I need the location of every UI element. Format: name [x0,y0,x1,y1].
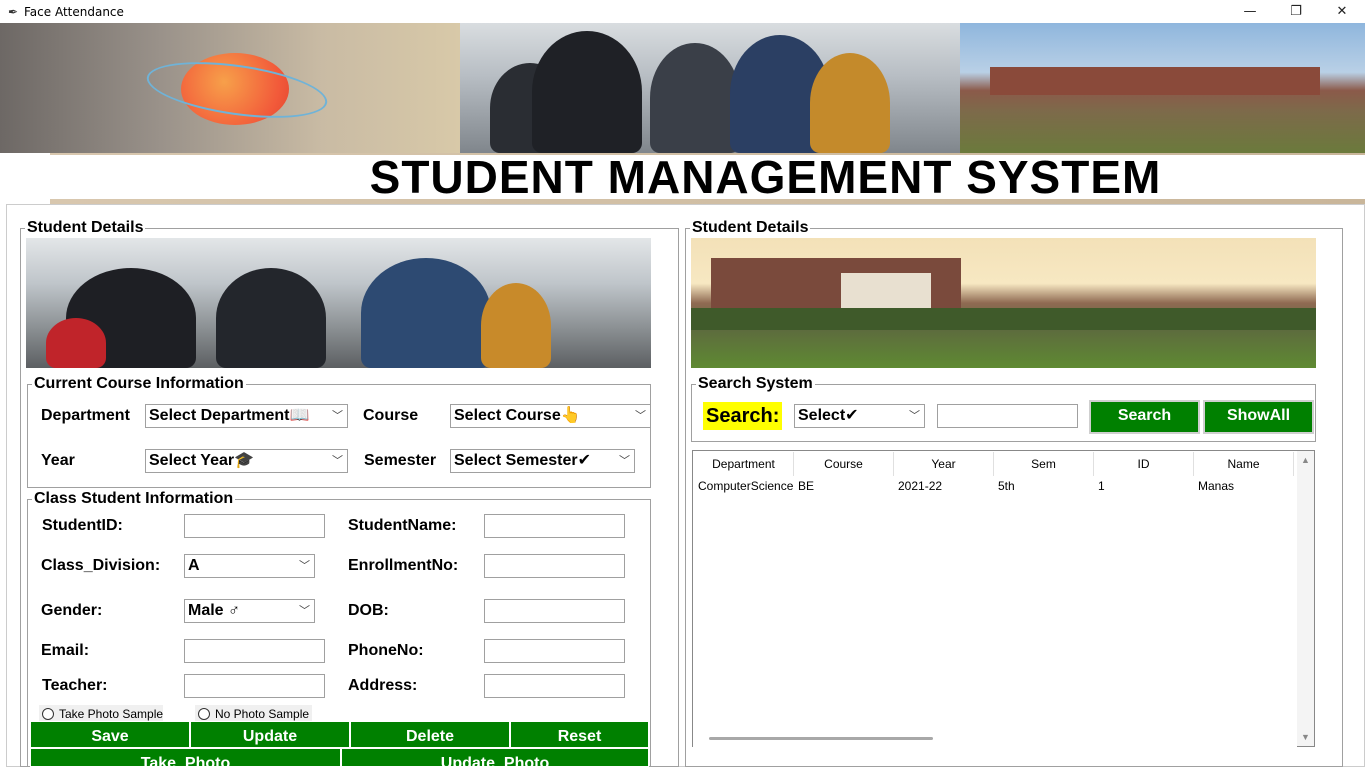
take-photo-sample-label: Take Photo Sample [59,707,164,721]
department-label: Department [41,407,130,424]
chevron-down-icon: ﹀ [332,410,343,422]
course-select[interactable]: Select Course👆 ﹀ [450,404,651,428]
column-header-sem[interactable]: Sem [994,452,1094,476]
student-id-label: StudentID: [42,517,123,534]
table-horizontal-scrollbar[interactable] [693,729,1297,747]
table-header: Department Course Year Sem ID Name [694,452,1294,476]
gender-value: Male ♂ [188,602,241,619]
column-header-id[interactable]: ID [1094,452,1194,476]
column-header-course[interactable]: Course [794,452,894,476]
save-button[interactable]: Save [30,721,190,748]
search-by-value: Select✔ [798,407,859,424]
showall-button[interactable]: ShowAll [1203,400,1314,434]
radio-circle [42,708,54,720]
scroll-up-icon[interactable]: ▲ [1301,455,1310,465]
address-label: Address: [348,677,418,694]
semester-select-value: Select Semester✔ [454,452,592,469]
course-select-value: Select Course👆 [454,407,581,424]
student-table: Department Course Year Sem ID Name Compu… [692,450,1315,747]
chevron-down-icon: ﹀ [635,410,646,422]
cell-year: 2021-22 [898,479,943,493]
close-button[interactable]: ✕ [1319,0,1365,23]
address-input[interactable] [484,674,625,698]
search-input[interactable] [937,404,1078,428]
search-frame-legend: Search System [696,375,815,393]
campus-photo [691,238,1316,368]
cell-course: BE [798,479,815,493]
scroll-down-icon[interactable]: ▼ [1301,732,1310,742]
phone-label: PhoneNo: [348,642,424,659]
phone-input[interactable] [484,639,625,663]
delete-button[interactable]: Delete [350,721,510,748]
student-name-label: StudentName: [348,517,457,534]
banner-image-planet [0,23,460,153]
year-label: Year [41,452,75,469]
maximize-button[interactable]: ❐ [1273,0,1319,23]
department-select[interactable]: Select Department📖 ﹀ [145,404,348,428]
gender-label: Gender: [41,602,103,619]
class-division-label: Class_Division: [41,557,161,574]
student-name-input[interactable] [484,514,625,538]
year-select-value: Select Year🎓 [149,452,255,469]
enrollment-label: EnrollmentNo: [348,557,459,574]
teacher-input[interactable] [184,674,325,698]
chevron-down-icon: ﹀ [299,560,310,572]
class-division-value: A [188,557,200,574]
students-photo [26,238,651,368]
banner-image-students [460,23,960,153]
window-titlebar: ✒ Face Attendance [0,0,1365,23]
update-photo-button[interactable]: Update_Photo [341,748,649,767]
table-row[interactable]: ComputerScience BE 2021-22 5th 1 Manas [694,476,1294,496]
minimize-button[interactable]: — [1227,0,1273,23]
chevron-down-icon: ﹀ [299,605,310,617]
feather-icon: ✒ [7,4,19,19]
update-button[interactable]: Update [190,721,350,748]
gender-select[interactable]: Male ♂ ﹀ [184,599,315,623]
department-select-value: Select Department📖 [149,407,310,424]
cell-sem: 5th [998,479,1015,493]
page-title: STUDENT MANAGEMENT SYSTEM [369,151,1162,203]
column-header-department[interactable]: Department [694,452,794,476]
cell-name: Manas [1198,479,1235,493]
student-id-input[interactable] [184,514,325,538]
search-label: Search: [703,402,783,430]
window-title: Face Attendance [24,4,124,19]
semester-select[interactable]: Select Semester✔ ﹀ [450,449,635,473]
take-photo-button[interactable]: Take_Photo [30,748,341,767]
email-input[interactable] [184,639,325,663]
chevron-down-icon: ﹀ [909,410,920,422]
dob-label: DOB: [348,602,389,619]
enrollment-input[interactable] [484,554,625,578]
course-label: Course [363,407,419,424]
class-frame-legend: Class Student Information [32,490,236,508]
horizontal-scroll-thumb[interactable] [709,737,933,740]
teacher-label: Teacher: [42,677,108,694]
class-division-select[interactable]: A ﹀ [184,554,315,578]
chevron-down-icon: ﹀ [332,455,343,467]
search-button[interactable]: Search [1089,400,1200,434]
table-vertical-scrollbar[interactable]: ▲ ▼ [1297,451,1314,746]
year-select[interactable]: Select Year🎓 ﹀ [145,449,348,473]
banner-image-campus [960,23,1365,153]
chevron-down-icon: ﹀ [619,455,630,467]
dob-input[interactable] [484,599,625,623]
right-panel-legend: Student Details [690,219,811,237]
cell-id: 1 [1098,479,1105,493]
column-header-year[interactable]: Year [894,452,994,476]
search-by-select[interactable]: Select✔ ﹀ [794,404,925,428]
course-frame-legend: Current Course Information [32,375,246,393]
semester-label: Semester [364,452,437,469]
column-header-name[interactable]: Name [1194,452,1294,476]
no-photo-sample-label: No Photo Sample [215,707,310,721]
reset-button[interactable]: Reset [510,721,649,748]
email-label: Email: [41,642,90,659]
radio-circle [198,708,210,720]
left-panel-legend: Student Details [25,219,146,237]
cell-department: ComputerScience [698,479,794,493]
